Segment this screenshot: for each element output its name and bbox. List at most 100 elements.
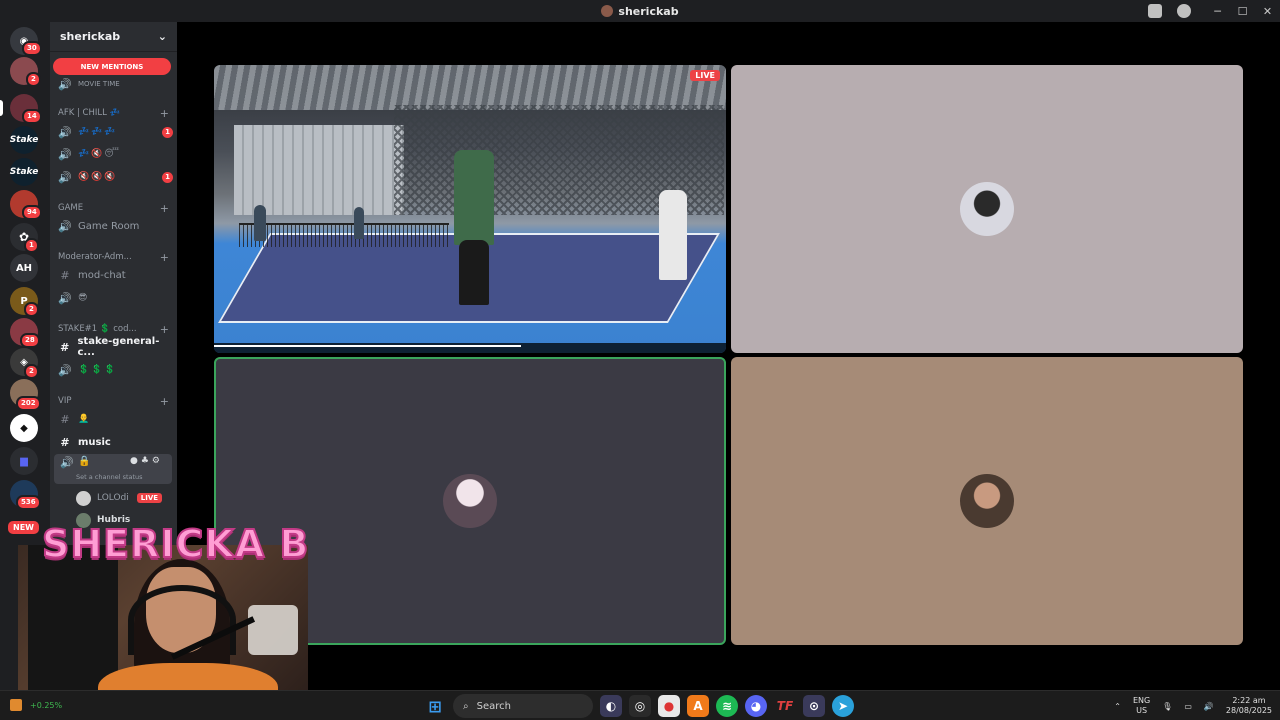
active-voice-channel[interactable]: 🔊 🔒 ●♣⚙ Set a channel status: [54, 454, 172, 484]
stream-controls[interactable]: [214, 343, 726, 353]
server-badge: 536: [16, 495, 41, 510]
speaker-icon: 🔊: [58, 125, 72, 139]
search-icon: ⌕: [463, 700, 469, 712]
discord-icon[interactable]: ◕: [745, 695, 767, 717]
channel-label: MOVIE TIME: [78, 80, 120, 88]
microphone-icon[interactable]: 🎙: [1162, 702, 1172, 711]
channel-label: 👨‍🦲: [78, 414, 92, 424]
active-server-pill: [0, 100, 3, 116]
voice-channel-actions[interactable]: ●♣⚙: [130, 456, 163, 466]
add-channel-icon[interactable]: +: [160, 395, 169, 408]
player-figure: [354, 207, 364, 239]
live-badge: LIVE: [136, 493, 163, 503]
webcam-background: [248, 605, 298, 655]
category-afk[interactable]: AFK | CHILL 💤 +: [58, 106, 169, 120]
channel-label: mod-chat: [78, 269, 126, 281]
folder-icon[interactable]: ▆: [10, 447, 38, 475]
lock-icon: 🔒: [78, 456, 91, 467]
channel-movie-time[interactable]: 🔊 MOVIE TIME: [58, 74, 173, 94]
server-header[interactable]: sherickab ⌄: [50, 22, 177, 52]
volume-icon[interactable]: 🔊: [1204, 702, 1214, 711]
stream-progress[interactable]: [214, 345, 522, 347]
set-status-text[interactable]: Set a channel status: [76, 473, 143, 481]
telegram-icon[interactable]: ➤: [832, 695, 854, 717]
channel-afk-3[interactable]: 🔊 🔇🔇🔇 1: [58, 167, 173, 187]
add-channel-icon[interactable]: +: [160, 323, 169, 336]
windows-start-icon[interactable]: ⊞: [424, 695, 446, 717]
channel-music[interactable]: # music: [58, 432, 173, 452]
hashtag-icon: #: [60, 412, 70, 426]
screen-share-icon[interactable]: [1148, 4, 1162, 18]
minimize-button[interactable]: ─: [1205, 5, 1230, 18]
category-game[interactable]: GAME +: [58, 201, 169, 215]
app-icon[interactable]: TF: [774, 695, 796, 717]
maximize-button[interactable]: ☐: [1230, 5, 1255, 18]
stake-server-icon[interactable]: Stake: [10, 126, 38, 154]
app-icon[interactable]: ⊙: [803, 695, 825, 717]
new-mentions-banner[interactable]: NEW MENTIONS: [53, 58, 171, 75]
title-avatar: [601, 5, 614, 17]
server-ah-icon[interactable]: AH: [10, 254, 38, 282]
add-channel-icon[interactable]: +: [160, 107, 169, 120]
server-badge: 2: [24, 364, 39, 379]
clock[interactable]: 2:22 am 28/08/2025: [1226, 696, 1272, 716]
taskbar-widget[interactable]: +0.25%: [10, 699, 62, 711]
hashtag-icon: #: [60, 268, 70, 282]
unread-badge: 1: [162, 171, 173, 183]
search-placeholder: Search: [476, 700, 511, 712]
stock-icon: [10, 699, 22, 711]
channel-label: 💤💤💤: [78, 127, 118, 137]
spotify-icon[interactable]: ≋: [716, 695, 738, 717]
avatar: [960, 474, 1014, 528]
speaker-icon: 🔊: [58, 291, 72, 305]
channel-vip-text[interactable]: # 👨‍🦲: [58, 409, 173, 429]
taskbar-search[interactable]: ⌕ Search: [453, 694, 593, 718]
channel-mod-chat[interactable]: # mod-chat: [58, 265, 173, 285]
app-icon[interactable]: A: [687, 695, 709, 717]
help-icon[interactable]: [1177, 4, 1191, 18]
channel-stake-voice[interactable]: 🔊 💲💲💲: [58, 360, 173, 380]
chrome-icon[interactable]: ●: [658, 695, 680, 717]
channel-mod-voice[interactable]: 🔊 😎: [58, 288, 173, 308]
app-icon[interactable]: ◎: [629, 695, 651, 717]
app-icon[interactable]: ◐: [600, 695, 622, 717]
add-channel-icon[interactable]: +: [160, 251, 169, 264]
unread-badge: 1: [162, 126, 173, 138]
speaker-icon: 🔊: [60, 456, 74, 469]
server-badge: 202: [16, 396, 41, 411]
display-icon[interactable]: ▭: [1184, 702, 1192, 711]
category-stake[interactable]: STAKE#1 💲 cod... +: [58, 322, 169, 336]
stake-server-icon[interactable]: Stake: [10, 158, 38, 186]
add-channel-icon[interactable]: +: [160, 202, 169, 215]
category-label: VIP: [58, 396, 72, 406]
channel-stake-general[interactable]: # stake-general-c...: [58, 336, 173, 358]
participant-tile[interactable]: [731, 357, 1243, 645]
channel-afk-2[interactable]: 🔊 💤🔇😴: [58, 144, 173, 164]
channel-afk-1[interactable]: 🔊 💤💤💤 1: [58, 122, 173, 142]
server-badge: 14: [22, 109, 42, 124]
channel-game-room[interactable]: 🔊 Game Room: [58, 216, 173, 236]
voice-user-name: LOLOdi: [97, 493, 129, 503]
category-vip[interactable]: VIP +: [58, 394, 169, 408]
close-button[interactable]: ✕: [1255, 5, 1280, 18]
category-moderator[interactable]: Moderator-Adm... +: [58, 250, 169, 264]
channel-label: 😎: [78, 293, 90, 303]
player-figure: [254, 205, 266, 241]
hashtag-icon: #: [60, 340, 70, 354]
participant-tile[interactable]: [731, 65, 1243, 353]
taskbar: +0.25% ⊞ ⌕ Search ◐ ◎ ● A ≋ ◕ TF ⊙ ➤ ⌃ E…: [0, 690, 1280, 720]
server-name: sherickab: [60, 30, 121, 43]
stream-tile[interactable]: LIVE: [214, 65, 726, 353]
stock-change: +0.25%: [30, 700, 63, 710]
speaker-icon: 🔊: [58, 363, 72, 377]
language-indicator[interactable]: ENG US: [1133, 696, 1150, 716]
stream-roof: [214, 65, 726, 110]
voice-stage: LIVE: [177, 22, 1280, 690]
voice-user[interactable]: LOLOdi LIVE: [76, 489, 163, 507]
chevron-up-icon[interactable]: ⌃: [1114, 702, 1121, 711]
server-badge: 94: [22, 205, 42, 220]
server-icon[interactable]: ◆: [10, 414, 38, 442]
channel-label: 🔇🔇🔇: [78, 172, 118, 182]
channel-label: music: [78, 436, 111, 448]
server-badge: 1: [24, 238, 39, 253]
